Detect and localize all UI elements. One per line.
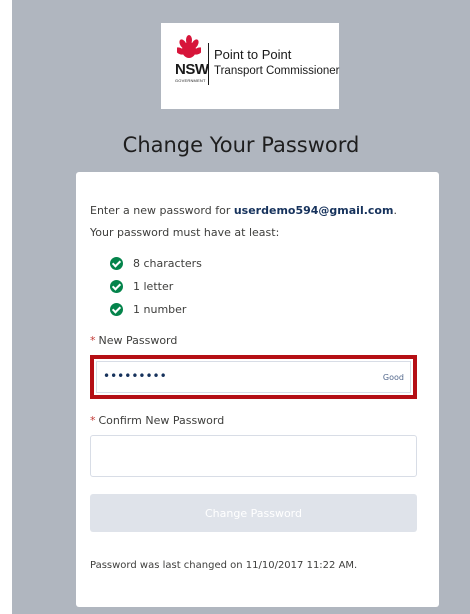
check-circle-icon <box>110 303 123 316</box>
change-password-card: Enter a new password for userdemo594@gma… <box>76 172 439 607</box>
check-circle-icon <box>110 257 123 270</box>
logo-title-line1: Point to Point <box>214 47 292 62</box>
check-circle-icon <box>110 280 123 293</box>
logo-title-line2: Transport Commissioner <box>214 65 340 77</box>
requirement-label: 1 number <box>133 303 187 316</box>
new-password-input[interactable]: ••••••••• Good <box>96 361 411 393</box>
requirement-label: 1 letter <box>133 280 174 293</box>
intro-suffix: . <box>393 204 397 217</box>
change-password-button[interactable]: Change Password <box>90 494 417 532</box>
page-title: Change Your Password <box>122 133 360 157</box>
waratah-icon <box>177 35 201 58</box>
new-password-value: ••••••••• <box>103 369 167 383</box>
logo-divider <box>208 43 209 85</box>
requirement-item: 8 characters <box>110 257 202 270</box>
nsw-logo: NSW GOVERNMENT Point to Point Transport … <box>161 23 339 109</box>
required-star: * <box>90 414 96 427</box>
requirement-item: 1 letter <box>110 280 173 293</box>
required-star: * <box>90 334 96 347</box>
confirm-password-label-text: Confirm New Password <box>98 414 225 427</box>
confirm-password-input[interactable] <box>90 435 417 477</box>
last-changed-note: Password was last changed on 11/10/2017 … <box>90 560 358 571</box>
requirement-item: 1 number <box>110 303 186 316</box>
logo-government-text: GOVERNMENT <box>175 78 206 83</box>
intro-prefix: Enter a new password for <box>90 204 234 217</box>
logo-nsw-text: NSW <box>175 61 209 78</box>
new-password-label-text: New Password <box>98 334 178 347</box>
requirements-heading: Your password must have at least: <box>90 226 280 239</box>
page-left-margin <box>0 0 12 614</box>
new-password-label: * New Password <box>90 334 177 347</box>
user-email: userdemo594@gmail.com <box>233 204 394 217</box>
requirement-label: 8 characters <box>133 257 202 270</box>
password-strength-indicator: Good <box>382 373 404 382</box>
intro-text: Enter a new password for userdemo594@gma… <box>90 204 397 217</box>
new-password-highlight: ••••••••• Good <box>90 355 417 399</box>
confirm-password-label: * Confirm New Password <box>90 414 224 427</box>
